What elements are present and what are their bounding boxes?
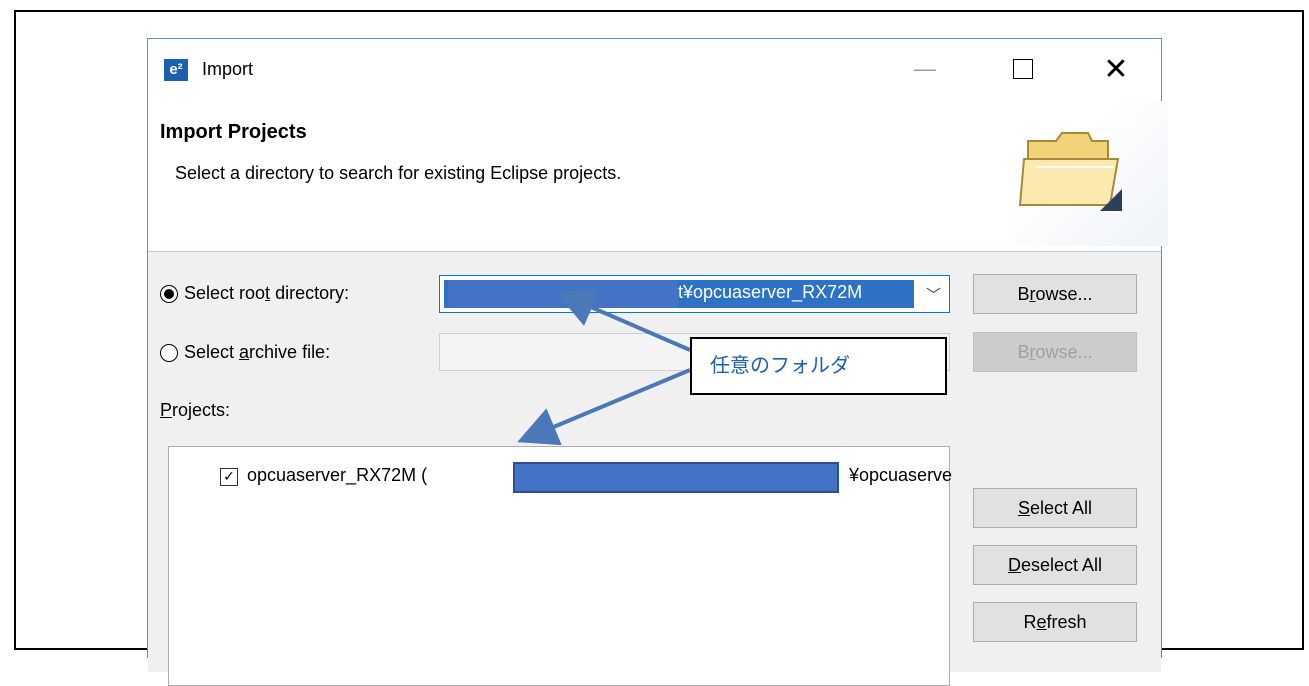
page-description: Select a directory to search for existin… xyxy=(175,163,622,183)
select-all-button[interactable]: Select All xyxy=(973,488,1137,528)
window-title: Import xyxy=(202,59,254,79)
projects-label: Projects: xyxy=(160,400,231,420)
import-dialog: e² Import — ✕ Import Projects Select a d… xyxy=(147,38,1168,686)
checkbox-icon[interactable]: ✓ xyxy=(220,468,238,486)
minimize-icon[interactable]: — xyxy=(902,49,948,89)
radio-archive-file[interactable]: Select archive file: xyxy=(160,342,330,363)
refresh-button[interactable]: Re fresh xyxy=(973,602,1137,642)
wizard-header: Import Projects Select a directory to se… xyxy=(148,91,1168,252)
root-directory-combo[interactable]: t¥opcuaserver_RX72M ﹀ xyxy=(439,275,950,313)
root-directory-label: Select root directory: xyxy=(184,283,350,303)
archive-file-label: Select archive file: xyxy=(184,342,331,362)
wizard-body: Select root directory: t¥opcuaserver_RX7… xyxy=(148,252,1161,686)
project-path-end: ¥opcuaserve xyxy=(849,465,953,485)
annotation-callout: 任意のフォルダ xyxy=(690,337,947,395)
project-name: opcuaserver_RX72M ( xyxy=(247,465,428,485)
deselect-all-button[interactable]: Deselect All xyxy=(973,545,1137,585)
title-bar: e² Import — ✕ xyxy=(148,39,1161,91)
app-icon: e² xyxy=(164,59,188,81)
projects-list[interactable]: ✓ opcuaserver_RX72M ( ¥opcuaserve xyxy=(168,446,953,686)
maximize-icon[interactable] xyxy=(1000,49,1046,89)
radio-root-directory[interactable]: Select root directory: xyxy=(160,283,349,304)
root-directory-value: t¥opcuaserver_RX72M xyxy=(678,282,863,302)
radio-button[interactable] xyxy=(160,284,178,303)
redacted-path xyxy=(513,462,839,493)
browse-archive-button[interactable]: Br owse... xyxy=(973,332,1137,372)
browse-root-button[interactable]: Br owse... xyxy=(973,274,1137,314)
folder-icon xyxy=(1018,132,1122,211)
radio-button[interactable] xyxy=(160,343,178,362)
close-icon[interactable]: ✕ xyxy=(1093,49,1139,89)
combo-dropdown-icon[interactable]: ﹀ xyxy=(926,284,941,305)
redacted-path xyxy=(448,280,678,308)
page-title: Import Projects xyxy=(160,121,307,143)
